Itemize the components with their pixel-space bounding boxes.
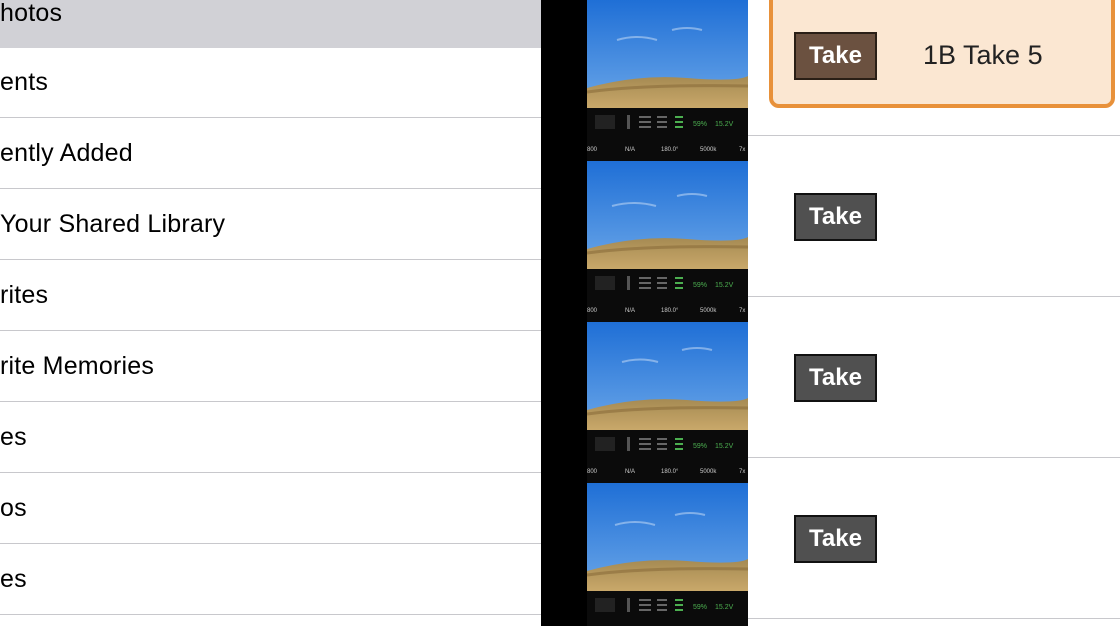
svg-text:59%: 59% <box>693 282 707 289</box>
album-row-label: ently Added <box>0 139 133 167</box>
album-row-label: rites <box>0 281 49 309</box>
svg-text:15.2V: 15.2V <box>715 604 734 611</box>
svg-text:59%: 59% <box>693 604 707 611</box>
album-row-7[interactable]: es <box>0 403 541 473</box>
split-divider <box>541 0 587 626</box>
album-row-recently-added[interactable]: ently Added <box>0 119 541 189</box>
thumbnail-frame[interactable]: 59% 15.2V <box>587 483 748 626</box>
svg-text:15.2V: 15.2V <box>715 443 734 450</box>
album-row-favorite-memories[interactable]: rite Memories <box>0 332 541 402</box>
svg-text:180.0°: 180.0° <box>661 147 679 153</box>
take-button[interactable]: Take <box>794 193 877 241</box>
thumbnail-frame[interactable]: 59% 15.2V 800 N/A 180.0° 5000k 7x <box>587 161 748 322</box>
svg-text:15.2V: 15.2V <box>715 282 734 289</box>
album-row-videos[interactable]: os <box>0 474 541 544</box>
album-row-photos[interactable]: hotos <box>0 0 541 48</box>
thumbnail-frame[interactable]: 59% 15.2V 800 N/A 180.0° 5000k 7x <box>587 322 748 483</box>
album-row-favorites[interactable]: rites <box>0 261 541 331</box>
album-row-label: os <box>0 494 27 522</box>
svg-text:5000k: 5000k <box>700 308 717 314</box>
svg-text:7x: 7x <box>739 469 745 475</box>
svg-text:N/A: N/A <box>625 308 635 314</box>
svg-text:800: 800 <box>587 308 598 314</box>
take-button[interactable]: Take <box>794 354 877 402</box>
album-row-label: rite Memories <box>0 352 155 380</box>
take-row[interactable]: Take <box>748 136 1120 297</box>
take-button[interactable]: Take <box>794 32 877 80</box>
takes-list: Take 1B Take 5 Take Take Take <box>748 0 1120 626</box>
take-row[interactable]: Take <box>748 458 1120 619</box>
svg-text:7x: 7x <box>739 308 745 314</box>
album-row-label: Your Shared Library <box>0 210 226 238</box>
album-row-label: es <box>0 423 27 451</box>
svg-text:N/A: N/A <box>625 147 635 153</box>
thumbnail-strip: 59% 15.2V 800 N/A 180.0° 5000k 7x 59% 15… <box>587 0 748 626</box>
albums-list: hotos ents ently Added Your Shared Libra… <box>0 0 541 626</box>
album-row-label: hotos <box>0 0 63 27</box>
thumbnail-frame[interactable]: 59% 15.2V 800 N/A 180.0° 5000k 7x <box>587 0 748 161</box>
svg-text:5000k: 5000k <box>700 147 717 153</box>
album-row-label: ents <box>0 68 49 96</box>
take-button[interactable]: Take <box>794 515 877 563</box>
hud-voltage: 15.2V <box>715 121 734 128</box>
album-row-label: es <box>0 565 27 593</box>
hud-percent: 59% <box>693 121 707 128</box>
svg-text:180.0°: 180.0° <box>661 469 679 475</box>
svg-text:800: 800 <box>587 147 598 153</box>
svg-text:7x: 7x <box>739 147 745 153</box>
album-row-recents[interactable]: ents <box>0 48 541 118</box>
svg-text:5000k: 5000k <box>700 469 717 475</box>
svg-text:800: 800 <box>587 469 598 475</box>
album-row-shared-library[interactable]: Your Shared Library <box>0 190 541 260</box>
svg-text:59%: 59% <box>693 443 707 450</box>
album-row-9[interactable]: es <box>0 545 541 615</box>
svg-text:N/A: N/A <box>625 469 635 475</box>
svg-text:180.0°: 180.0° <box>661 308 679 314</box>
take-row[interactable]: Take <box>748 297 1120 458</box>
take-name: 1B Take 5 <box>923 40 1043 70</box>
take-row[interactable]: Take 1B Take 5 <box>748 0 1120 136</box>
